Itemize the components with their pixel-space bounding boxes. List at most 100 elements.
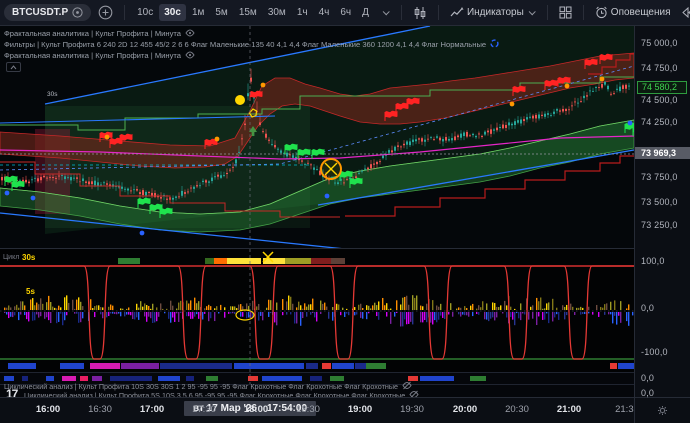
circle-x-marker <box>321 159 341 179</box>
add-symbol-button[interactable] <box>94 2 117 23</box>
timeframe-30с[interactable]: 30с <box>159 4 186 21</box>
timeframe-group: 10с30с1м5м15м30м1ч4ч6чД <box>132 4 374 21</box>
price-tick: 74 250,0 <box>641 117 678 127</box>
signal-segment <box>90 363 120 369</box>
price-tick: 0,0 <box>641 373 654 383</box>
orange-dot-marker <box>261 83 266 88</box>
signal-segment <box>214 258 227 264</box>
timeframe-1ч[interactable]: 1ч <box>292 4 313 21</box>
grid-layout-icon <box>559 6 572 19</box>
chart-style-button[interactable] <box>409 3 431 23</box>
oscillator-canvas[interactable]: Цикл30s 5s <box>0 249 634 372</box>
price-tick: 73 500,0 <box>641 197 678 207</box>
blue-dot-marker <box>628 121 633 126</box>
legend-collapse-button[interactable] <box>6 62 21 72</box>
timeframe-4ч[interactable]: 4ч <box>314 4 335 21</box>
signal-segment <box>121 363 159 369</box>
axis-settings-icon[interactable] <box>657 405 668 418</box>
time-tick: 16:30 <box>88 404 112 415</box>
time-axis[interactable]: вт 17 Мар '26 17:54:00 16:0016:3017:0017… <box>0 397 634 423</box>
signal-segment <box>285 258 311 264</box>
layout-grid-button[interactable] <box>555 3 576 22</box>
timeframe-6ч[interactable]: 6ч <box>335 4 356 21</box>
signal-segment <box>205 258 214 264</box>
blue-dot-marker <box>31 196 36 201</box>
blue-dot-marker <box>5 191 10 196</box>
alerts-label: Оповещения <box>611 7 671 18</box>
channel-label: 30s <box>47 91 58 98</box>
legend-row-2[interactable]: Фильтры | Культ Профита 6 240 2D 12 455 … <box>4 39 499 50</box>
time-tick: 17:00 <box>140 404 164 415</box>
alarm-clock-icon <box>595 6 608 19</box>
signal-segment <box>355 363 366 369</box>
price-axis[interactable]: 74 580,2 73 969,3 75 000,074 750,074 500… <box>634 26 690 423</box>
signal-segment <box>618 363 634 369</box>
price-tick: 74 750,0 <box>641 63 678 73</box>
trading-terminal: BTCUSDT.P 10с30с1м5м15м30м1ч4ч6чД Индика… <box>0 0 690 423</box>
indicator-legends: Фрактальная аналитика | Культ Профита | … <box>4 28 499 61</box>
oscillator-tf-label: 30s <box>22 253 36 262</box>
timeframe-5м[interactable]: 5м <box>210 4 232 21</box>
symbol-button[interactable]: BTCUSDT.P <box>4 4 91 21</box>
eye-icon <box>72 7 83 18</box>
toolbar-separator <box>124 5 125 20</box>
price-tick: 73 750,0 <box>641 172 678 182</box>
yellow-dot-marker <box>235 95 245 105</box>
signal-segment <box>311 258 331 264</box>
spinner-icon[interactable] <box>490 39 499 50</box>
time-tick: 21:00 <box>557 404 581 415</box>
timeframe-Д[interactable]: Д <box>357 4 374 21</box>
toolbar-separator <box>547 5 548 20</box>
blue-dot-marker <box>325 194 330 199</box>
chevron-down-icon <box>528 8 535 15</box>
chevron-down-icon <box>383 8 390 15</box>
signal-segment <box>118 258 140 264</box>
toolbar-separator <box>438 5 439 20</box>
orange-dot-marker <box>600 77 605 82</box>
time-tick: 17:30 <box>192 404 216 415</box>
signal-segment <box>420 376 454 381</box>
signal-segment <box>8 363 36 369</box>
price-tick: 0,0 <box>641 388 654 398</box>
timeframe-1м[interactable]: 1м <box>187 4 209 21</box>
blue-dot-marker <box>140 231 145 236</box>
eye-icon[interactable] <box>185 51 195 61</box>
rewind-icon <box>682 7 690 18</box>
oscillator-pane[interactable]: Цикл30s 5s <box>0 248 634 372</box>
oscillator-title: Цикл <box>3 254 19 261</box>
signal-segment <box>160 363 232 369</box>
price-tick: 100,0 <box>641 256 665 266</box>
cycle-histogram <box>4 295 633 326</box>
time-tick: 19:00 <box>348 404 372 415</box>
orange-dot-marker <box>105 135 110 140</box>
toolbar-separator <box>401 5 402 20</box>
legend-row-3[interactable]: Фрактальная аналитика | Культ Профита | … <box>4 50 499 61</box>
indicators-button[interactable]: Индикаторы <box>446 3 540 22</box>
signal-segment <box>610 363 617 369</box>
signal-segment <box>227 258 261 264</box>
timeframe-10с[interactable]: 10с <box>132 4 158 21</box>
candlestick-icon <box>413 6 427 20</box>
price-tick: 74 500,0 <box>641 95 678 105</box>
signal-segment <box>306 363 318 369</box>
last-price-label: 73 969,3 <box>635 147 690 159</box>
top-toolbar: BTCUSDT.P 10с30с1м5м15м30м1ч4ч6чД Индика… <box>0 0 690 26</box>
timeframe-30м[interactable]: 30м <box>263 4 291 21</box>
market-simulator-button[interactable]: Симулятор рынка <box>678 4 690 21</box>
legend-row-1[interactable]: Фрактальная аналитика | Культ Профита | … <box>4 28 499 39</box>
toolbar-separator <box>583 5 584 20</box>
price-tick: 0,0 <box>641 303 654 313</box>
signal-segment <box>60 363 84 369</box>
oscillator-sub-label: 5s <box>26 287 35 296</box>
signal-segment <box>470 376 486 381</box>
timeframe-dropdown-button[interactable] <box>377 7 394 18</box>
alerts-button[interactable]: Оповещения <box>591 3 675 22</box>
indicators-icon <box>450 6 464 19</box>
price-tick: 75 000,0 <box>641 38 678 48</box>
time-tick: 21:30 <box>615 404 634 415</box>
symbol-label: BTCUSDT.P <box>12 7 68 18</box>
timeframe-15м[interactable]: 15м <box>234 4 262 21</box>
eye-icon[interactable] <box>185 29 195 39</box>
legend-text: Фрактальная аналитика | Культ Профита | … <box>4 29 181 38</box>
price-tick: -100,0 <box>641 347 668 357</box>
